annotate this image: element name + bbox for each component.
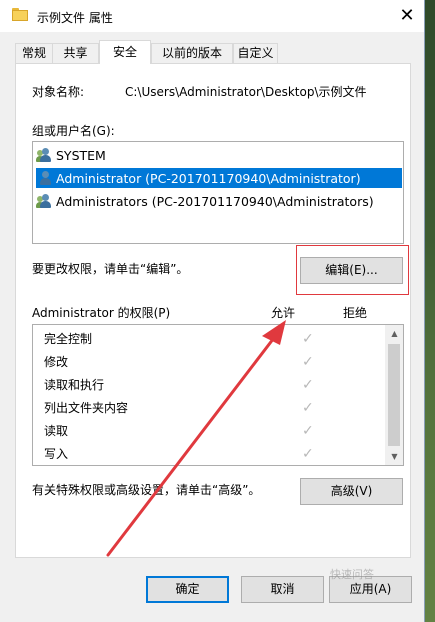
scroll-thumb[interactable]	[388, 344, 400, 446]
permission-row: 列出文件夹内容 ✓	[44, 398, 384, 418]
user-icon	[36, 170, 54, 186]
user-name: SYSTEM	[56, 147, 106, 163]
user-list-item-administrator[interactable]: Administrator (PC-201701170940\Administr…	[36, 168, 402, 188]
allow-check-icon: ✓	[302, 400, 314, 416]
object-name-value: C:\Users\Administrator\Desktop\示例文件	[125, 85, 367, 99]
advanced-hint: 有关特殊权限或高级设置，请单击“高级”。	[32, 483, 261, 497]
group-user-icon	[36, 147, 54, 163]
close-button[interactable]: ✕	[390, 0, 424, 32]
security-panel: 对象名称: C:\Users\Administrator\Desktop\示例文…	[15, 63, 411, 558]
tab-sharing[interactable]: 共享	[52, 43, 99, 63]
change-permissions-hint: 要更改权限，请单击“编辑”。	[32, 262, 189, 276]
allow-column-header: 允许	[271, 306, 296, 320]
user-list-item-administrators[interactable]: Administrators (PC-201701170940\Administ…	[36, 191, 402, 211]
permission-row: 读取和执行 ✓	[44, 375, 384, 395]
permission-name: 读取和执行	[44, 378, 105, 392]
permission-row: 读取 ✓	[44, 421, 384, 441]
groups-label: 组或用户名(G):	[32, 124, 115, 138]
tab-general[interactable]: 常规	[15, 43, 53, 63]
allow-check-icon: ✓	[302, 446, 314, 462]
folder-icon	[12, 8, 28, 22]
user-name: Administrator (PC-201701170940\Administr…	[56, 170, 361, 186]
close-icon: ✕	[399, 5, 415, 26]
allow-check-icon: ✓	[302, 331, 314, 347]
ok-button[interactable]: 确定	[146, 576, 229, 603]
scroll-down-icon[interactable]: ▼	[386, 448, 403, 465]
permissions-label: Administrator 的权限(P)	[32, 306, 171, 320]
tab-previous-versions[interactable]: 以前的版本	[151, 43, 233, 63]
user-name: Administrators (PC-201701170940\Administ…	[56, 193, 374, 209]
permission-row: 修改 ✓	[44, 352, 384, 372]
advanced-button[interactable]: 高级(V)	[300, 478, 403, 505]
allow-check-icon: ✓	[302, 423, 314, 439]
permissions-scrollbar[interactable]: ▲ ▼	[385, 325, 403, 465]
permission-name: 列出文件夹内容	[44, 401, 129, 415]
group-user-icon	[36, 193, 54, 209]
window-title: 示例文件 属性	[37, 11, 113, 25]
allow-check-icon: ✓	[302, 377, 314, 393]
deny-column-header: 拒绝	[343, 306, 368, 320]
title-bar: 示例文件 属性 ✕	[0, 0, 424, 32]
object-name-label: 对象名称:	[32, 85, 85, 99]
properties-dialog: 示例文件 属性 ✕ 常规 共享 安全 以前的版本 自定义 对象名称: C:\Us…	[0, 0, 425, 622]
tab-customize[interactable]: 自定义	[233, 43, 278, 63]
permissions-list: 完全控制 ✓ 修改 ✓ 读取和执行 ✓ 列出文件夹内容 ✓ 读取 ✓ 写入 ✓ ▲ ▼	[32, 324, 404, 466]
permission-row: 写入 ✓	[44, 444, 384, 464]
cancel-button[interactable]: 取消	[241, 576, 324, 603]
allow-check-icon: ✓	[302, 354, 314, 370]
watermark: 快速问答	[330, 568, 374, 581]
permission-name: 写入	[44, 447, 69, 461]
user-list-item-system[interactable]: SYSTEM	[36, 145, 402, 165]
scroll-up-icon[interactable]: ▲	[386, 325, 403, 342]
tab-security[interactable]: 安全	[99, 40, 151, 64]
user-list[interactable]: SYSTEM Administrator (PC-201701170940\Ad…	[32, 141, 404, 244]
permission-row: 完全控制 ✓	[44, 329, 384, 349]
permission-name: 修改	[44, 355, 69, 369]
permission-name: 完全控制	[44, 332, 93, 346]
permission-name: 读取	[44, 424, 69, 438]
edit-button[interactable]: 编辑(E)...	[300, 257, 403, 284]
